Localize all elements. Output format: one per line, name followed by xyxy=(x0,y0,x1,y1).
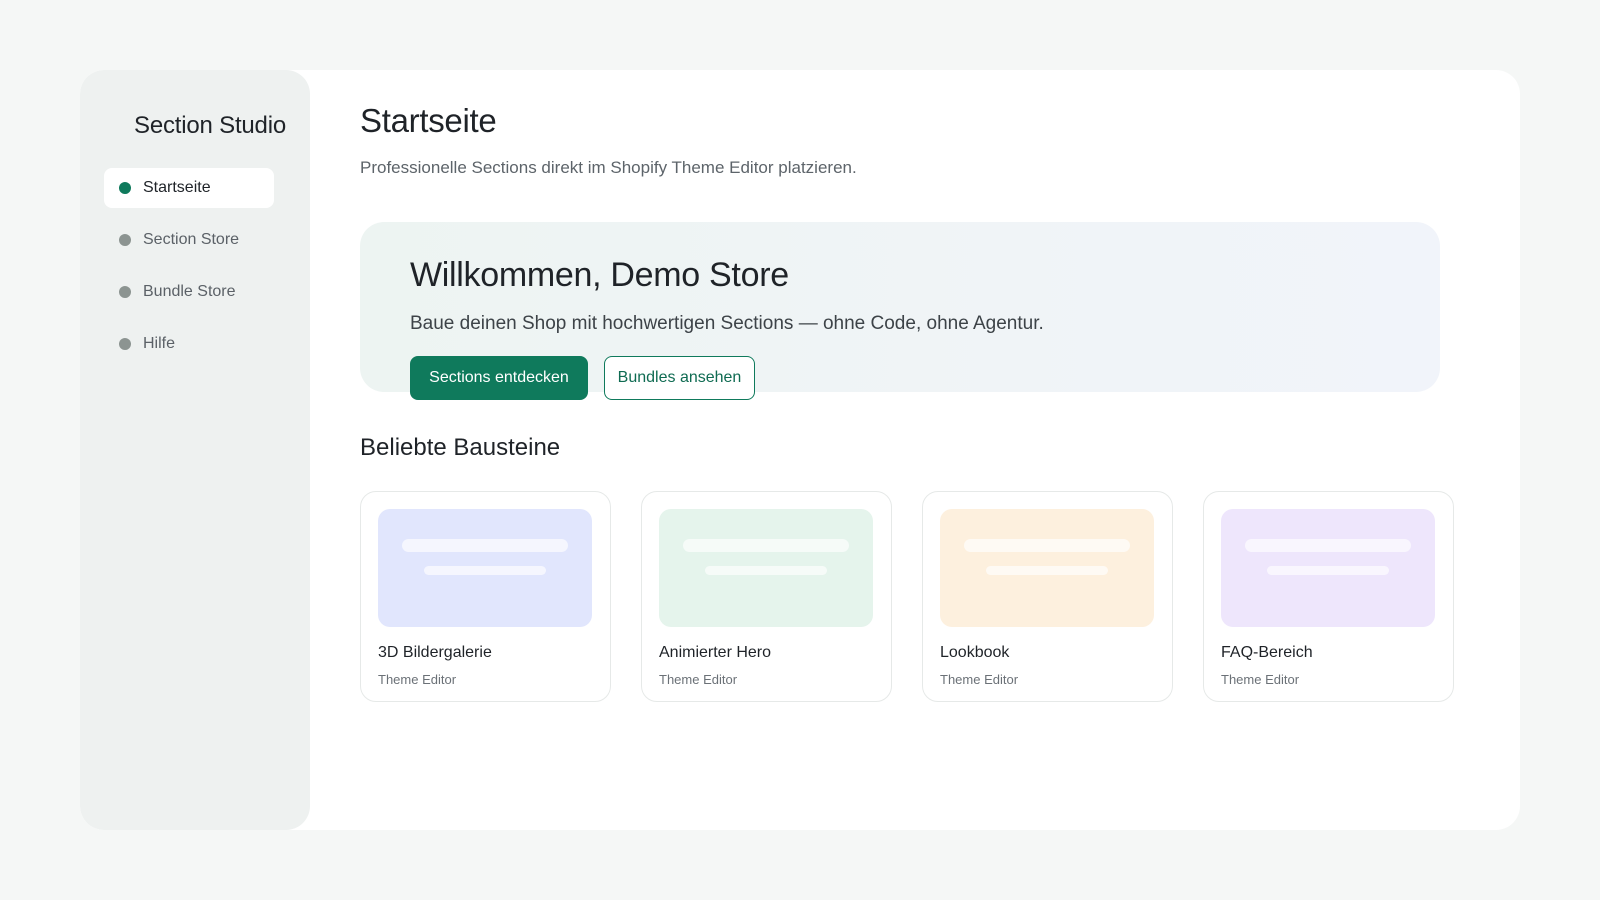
sidebar-item-section-store[interactable]: Section Store xyxy=(104,220,274,260)
sidebar-item-hilfe[interactable]: Hilfe xyxy=(104,324,274,364)
card-thumbnail xyxy=(1221,509,1435,627)
section-card[interactable]: FAQ-Bereich Theme Editor xyxy=(1203,491,1454,702)
card-meta: Theme Editor xyxy=(378,672,457,687)
sidebar: Section Studio Startseite Section Store … xyxy=(80,70,310,830)
thumbnail-placeholder-bar xyxy=(1245,539,1411,552)
card-meta: Theme Editor xyxy=(940,672,1019,687)
card-title: Animierter Hero xyxy=(659,644,772,661)
sidebar-item-startseite[interactable]: Startseite xyxy=(104,168,274,208)
sidebar-item-bundle-store[interactable]: Bundle Store xyxy=(104,272,274,312)
thumbnail-placeholder-bar xyxy=(705,566,827,575)
section-card[interactable]: Animierter Hero Theme Editor xyxy=(641,491,892,702)
popular-cards: 3D Bildergalerie Theme Editor Animierter… xyxy=(360,491,1520,702)
page-subtitle: Professionelle Sections direkt im Shopif… xyxy=(360,158,857,177)
section-card[interactable]: 3D Bildergalerie Theme Editor xyxy=(360,491,611,702)
card-thumbnail xyxy=(940,509,1154,627)
section-card[interactable]: Lookbook Theme Editor xyxy=(922,491,1173,702)
welcome-actions: Sections entdecken Bundles ansehen xyxy=(410,356,1440,400)
discover-sections-button[interactable]: Sections entdecken xyxy=(410,356,588,400)
thumbnail-placeholder-bar xyxy=(683,539,849,552)
thumbnail-placeholder-bar xyxy=(964,539,1130,552)
dot-icon xyxy=(119,234,131,246)
card-meta: Theme Editor xyxy=(659,672,738,687)
sidebar-nav: Startseite Section Store Bundle Store Hi… xyxy=(80,168,310,364)
sidebar-item-label: Startseite xyxy=(143,179,211,196)
card-title: Lookbook xyxy=(940,644,1010,661)
dot-icon xyxy=(119,338,131,350)
app-window: Section Studio Startseite Section Store … xyxy=(80,70,1520,830)
welcome-title: Willkommen, Demo Store xyxy=(410,256,789,294)
card-thumbnail xyxy=(659,509,873,627)
thumbnail-placeholder-bar xyxy=(986,566,1108,575)
thumbnail-placeholder-bar xyxy=(424,566,546,575)
popular-section-title: Beliebte Bausteine xyxy=(360,434,561,461)
card-title: 3D Bildergalerie xyxy=(378,644,492,661)
card-thumbnail xyxy=(378,509,592,627)
thumbnail-placeholder-bar xyxy=(1267,566,1389,575)
main-content: Startseite Professionelle Sections direk… xyxy=(310,70,1520,830)
sidebar-item-label: Bundle Store xyxy=(143,283,236,300)
brand-title: Section Studio xyxy=(134,112,286,139)
view-bundles-button[interactable]: Bundles ansehen xyxy=(604,356,755,400)
page-title: Startseite xyxy=(360,102,497,139)
welcome-text: Baue deinen Shop mit hochwertigen Sectio… xyxy=(410,313,1044,334)
active-dot-icon xyxy=(119,182,131,194)
dot-icon xyxy=(119,286,131,298)
card-title: FAQ-Bereich xyxy=(1221,644,1313,661)
thumbnail-placeholder-bar xyxy=(402,539,568,552)
sidebar-item-label: Hilfe xyxy=(143,335,176,352)
welcome-banner: Willkommen, Demo Store Baue deinen Shop … xyxy=(360,222,1440,400)
sidebar-item-label: Section Store xyxy=(143,231,240,248)
card-meta: Theme Editor xyxy=(1221,672,1300,687)
